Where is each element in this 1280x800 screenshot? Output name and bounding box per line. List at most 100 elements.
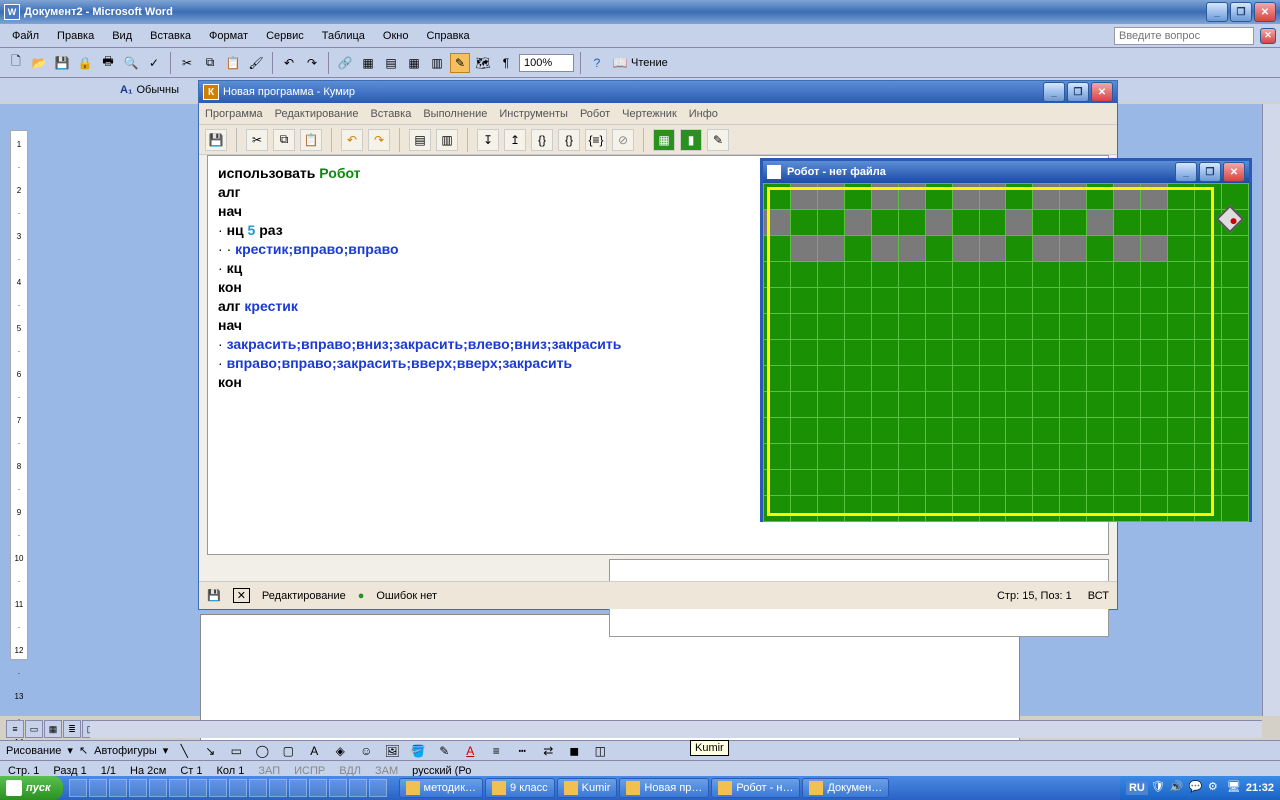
word-menu-table[interactable]: Таблица xyxy=(314,27,373,45)
robot-cell[interactable] xyxy=(1114,314,1141,340)
robot-cell[interactable] xyxy=(1141,366,1168,392)
robot-cell[interactable] xyxy=(844,340,871,366)
autoshapes-label[interactable]: Автофигуры xyxy=(94,745,157,757)
kumir-maximize-button[interactable]: ❐ xyxy=(1067,82,1089,102)
robot-cell[interactable] xyxy=(1006,392,1033,418)
word-minimize-button[interactable]: _ xyxy=(1206,2,1228,22)
robot-cell[interactable] xyxy=(817,236,844,262)
lineweight-icon[interactable]: ≡ xyxy=(486,741,506,761)
robot-cell[interactable] xyxy=(979,366,1006,392)
robot-cell[interactable] xyxy=(1141,288,1168,314)
kumir-stop-icon[interactable]: ⊘ xyxy=(612,129,634,151)
ql-icon-6[interactable] xyxy=(169,779,187,797)
cut-icon[interactable]: ✂ xyxy=(177,53,197,73)
robot-cell[interactable] xyxy=(1114,496,1141,522)
robot-cell[interactable] xyxy=(952,496,979,522)
table-border-icon[interactable]: ▦ xyxy=(358,53,378,73)
robot-cell[interactable] xyxy=(1033,210,1060,236)
word-close-button[interactable]: ✕ xyxy=(1254,2,1276,22)
robot-cell[interactable] xyxy=(790,340,817,366)
robot-cell[interactable] xyxy=(1195,496,1222,522)
task-item-3[interactable]: Kumir xyxy=(557,778,618,798)
view-normal-icon[interactable]: ≡ xyxy=(6,720,24,738)
robot-cell[interactable] xyxy=(764,184,791,210)
ql-icon-15[interactable] xyxy=(349,779,367,797)
arrow-icon[interactable]: ↘ xyxy=(200,741,220,761)
robot-cell[interactable] xyxy=(844,366,871,392)
task-item-1[interactable]: методик… xyxy=(399,778,483,798)
kumir-run1-icon[interactable]: {} xyxy=(531,129,553,151)
robot-cell[interactable] xyxy=(1195,392,1222,418)
robot-cell[interactable] xyxy=(1114,184,1141,210)
view-print-icon[interactable]: ▦ xyxy=(44,720,62,738)
robot-cell[interactable] xyxy=(1087,262,1114,288)
robot-cell[interactable] xyxy=(898,210,925,236)
word-help-input[interactable] xyxy=(1114,27,1254,45)
robot-cell[interactable] xyxy=(764,418,791,444)
robot-cell[interactable] xyxy=(790,288,817,314)
robot-cell[interactable] xyxy=(1221,340,1248,366)
ql-icon-3[interactable] xyxy=(109,779,127,797)
robot-cell[interactable] xyxy=(898,236,925,262)
robot-cell[interactable] xyxy=(1168,314,1195,340)
word-menu-edit[interactable]: Правка xyxy=(49,27,102,45)
robot-cell[interactable] xyxy=(817,366,844,392)
robot-cell[interactable] xyxy=(1006,210,1033,236)
robot-cell[interactable] xyxy=(952,236,979,262)
robot-cell[interactable] xyxy=(1168,366,1195,392)
robot-cell[interactable] xyxy=(1087,340,1114,366)
robot-cell[interactable] xyxy=(898,496,925,522)
robot-cell[interactable] xyxy=(898,340,925,366)
robot-cell[interactable] xyxy=(1006,236,1033,262)
robot-cell[interactable] xyxy=(1221,314,1248,340)
robot-cell[interactable] xyxy=(1141,496,1168,522)
robot-cell[interactable] xyxy=(1221,366,1248,392)
kumir-paste-icon[interactable]: 📋 xyxy=(300,129,322,151)
robot-cell[interactable] xyxy=(871,496,898,522)
robot-cell[interactable] xyxy=(1033,236,1060,262)
robot-cell[interactable] xyxy=(1006,288,1033,314)
robot-cell[interactable] xyxy=(817,444,844,470)
robot-cell[interactable] xyxy=(979,470,1006,496)
robot-cell[interactable] xyxy=(1060,392,1087,418)
robot-cell[interactable] xyxy=(1087,236,1114,262)
robot-cell[interactable] xyxy=(1114,288,1141,314)
robot-cell[interactable] xyxy=(1006,340,1033,366)
robot-cell[interactable] xyxy=(952,470,979,496)
ql-icon-7[interactable] xyxy=(189,779,207,797)
robot-cell[interactable] xyxy=(1195,470,1222,496)
robot-cell[interactable] xyxy=(1060,366,1087,392)
robot-cell[interactable] xyxy=(871,470,898,496)
ql-icon-8[interactable] xyxy=(209,779,227,797)
kumir-struct2-icon[interactable]: ▥ xyxy=(436,129,458,151)
draw-label[interactable]: Рисование xyxy=(6,745,61,757)
robot-cell[interactable] xyxy=(1087,418,1114,444)
ql-icon-2[interactable] xyxy=(89,779,107,797)
robot-cell[interactable] xyxy=(1195,262,1222,288)
start-button[interactable]: пуск xyxy=(0,776,63,800)
robot-cell[interactable] xyxy=(979,418,1006,444)
robot-cell[interactable] xyxy=(898,470,925,496)
robot-cell[interactable] xyxy=(844,314,871,340)
robot-cell[interactable] xyxy=(1033,392,1060,418)
robot-cell[interactable] xyxy=(1087,392,1114,418)
robot-cell[interactable] xyxy=(1033,314,1060,340)
robot-cell[interactable] xyxy=(1114,210,1141,236)
robot-cell[interactable] xyxy=(871,340,898,366)
robot-cell[interactable] xyxy=(1168,262,1195,288)
kumir-menu-insert[interactable]: Вставка xyxy=(370,108,411,120)
robot-cell[interactable] xyxy=(790,236,817,262)
robot-maximize-button[interactable]: ❐ xyxy=(1199,162,1221,182)
robot-cell[interactable] xyxy=(1221,392,1248,418)
format-painter-icon[interactable]: 🖌 xyxy=(246,53,266,73)
preview-icon[interactable]: 🔍 xyxy=(121,53,141,73)
robot-cell[interactable] xyxy=(925,444,952,470)
tray-icon-3[interactable]: 💬 xyxy=(1189,780,1205,796)
robot-cell[interactable] xyxy=(844,184,871,210)
robot-cell[interactable] xyxy=(1033,366,1060,392)
select-icon[interactable]: ↖ xyxy=(79,744,88,757)
robot-cell[interactable] xyxy=(1195,288,1222,314)
robot-cell[interactable] xyxy=(1168,418,1195,444)
robot-cell[interactable] xyxy=(1033,496,1060,522)
excel-icon[interactable]: ▦ xyxy=(404,53,424,73)
